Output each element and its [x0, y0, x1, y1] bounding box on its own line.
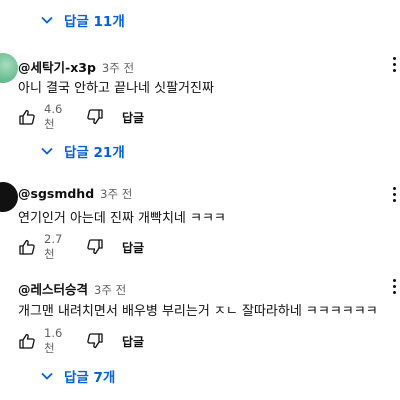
- replies-toggle[interactable]: 답글 21개: [38, 139, 125, 163]
- replies-toggle-label: 답글 11개: [64, 14, 125, 30]
- thumbs-down-icon[interactable]: [86, 332, 104, 350]
- replies-toggle-label: 답글 21개: [64, 145, 125, 161]
- comment-actions: 2.7천 답글: [18, 232, 144, 261]
- thumbs-up-icon[interactable]: [18, 108, 36, 126]
- reply-button[interactable]: 답글: [122, 239, 144, 256]
- comment-author[interactable]: @세탁기-x3p: [18, 57, 96, 76]
- more-vert-icon[interactable]: [388, 276, 400, 296]
- comment-actions: 4.6천 답글: [18, 102, 144, 131]
- like-count: 4.6천: [44, 102, 63, 131]
- avatar[interactable]: [0, 53, 18, 83]
- like-count: 1.6천: [44, 326, 63, 355]
- replies-toggle[interactable]: 답글 11개: [38, 8, 125, 32]
- comment-header: @세탁기-x3p 3주 전: [18, 57, 134, 75]
- thumbs-down-icon[interactable]: [86, 238, 104, 256]
- comment-text: 아니 결국 안하고 끝나네 싯팔거진짜: [18, 81, 214, 96]
- comment-time[interactable]: 3주 전: [94, 282, 126, 298]
- comment-author[interactable]: @레스터승격: [18, 279, 88, 298]
- avatar[interactable]: [0, 182, 18, 212]
- thumbs-up-icon[interactable]: [18, 332, 36, 350]
- comment-text: 개그맨 내려치면서 배우병 부리는거 ㅈㄴ 잘따라하네 ㅋㅋㅋㅋㅋㅋ: [18, 304, 378, 319]
- comment-header: @레스터승격 3주 전: [18, 279, 126, 297]
- reply-button[interactable]: 답글: [122, 109, 144, 126]
- thumbs-down-icon[interactable]: [86, 108, 104, 126]
- comments-section: 답글 11개 @세탁기-x3p 3주 전 아니 결국 안하고 끝나네 싯팔거진짜…: [0, 0, 400, 400]
- more-vert-icon[interactable]: [388, 54, 400, 74]
- more-vert-icon[interactable]: [388, 184, 400, 204]
- comment-time[interactable]: 3주 전: [100, 186, 132, 202]
- like-count: 2.7천: [44, 232, 63, 261]
- comment-time[interactable]: 3주 전: [102, 60, 134, 76]
- replies-toggle[interactable]: 답글 7개: [38, 364, 115, 388]
- comment-actions: 1.6천 답글: [18, 326, 144, 355]
- replies-toggle-label: 답글 7개: [64, 370, 116, 386]
- chevron-down-icon: [38, 367, 56, 385]
- comment-header: @sgsmdhd 3주 전: [18, 186, 132, 204]
- chevron-down-icon: [38, 11, 56, 29]
- reply-button[interactable]: 답글: [122, 333, 144, 350]
- comment-author[interactable]: @sgsmdhd: [18, 186, 94, 201]
- chevron-down-icon: [38, 142, 56, 160]
- comment-text: 연기인거 아는데 진짜 개빡치네 ㅋㅋㅋ: [18, 211, 226, 226]
- thumbs-up-icon[interactable]: [18, 238, 36, 256]
